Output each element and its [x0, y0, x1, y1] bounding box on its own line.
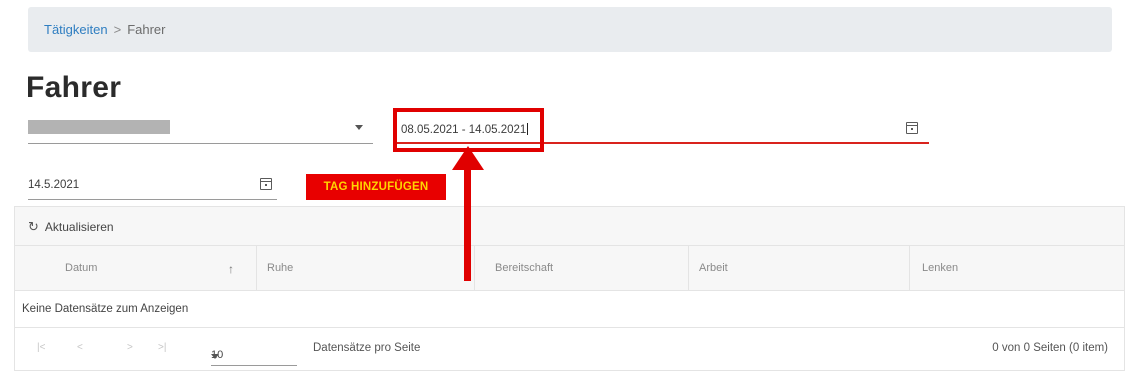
sort-ascending-icon: ↑	[228, 262, 234, 276]
page-info: 0 von 0 Seiten (0 item)	[992, 342, 1108, 354]
refresh-label: Aktualisieren	[44, 220, 114, 234]
column-header-ruhe[interactable]: Ruhe	[257, 246, 475, 291]
column-label: Lenken	[922, 262, 959, 274]
page-title: Fahrer	[26, 71, 122, 104]
text-cursor	[527, 123, 529, 135]
refresh-icon: ↻	[28, 219, 39, 234]
column-label: Arbeit	[699, 262, 728, 274]
last-page-icon[interactable]: >|	[158, 342, 166, 353]
data-grid: ↻ Aktualisieren Datum ↑ Ruhe Bereitschaf…	[14, 206, 1125, 371]
day-date-input[interactable]: 14.5.2021	[28, 170, 277, 200]
per-page-label: Datensätze pro Seite	[313, 342, 421, 354]
date-range-value: 08.05.2021 - 14.05.2021	[401, 124, 527, 136]
column-header-datum[interactable]: Datum ↑	[15, 246, 257, 291]
grid-header-row: Datum ↑ Ruhe Bereitschaft Arbeit Lenken	[15, 246, 1124, 291]
next-page-icon[interactable]: >	[127, 342, 133, 353]
breadcrumb: Tätigkeiten > Fahrer	[28, 7, 1112, 52]
page-size-select[interactable]: 10	[211, 342, 297, 366]
previous-page-icon[interactable]: <	[77, 342, 83, 353]
date-range-input[interactable]: 08.05.2021 - 14.05.2021	[393, 112, 929, 144]
column-label: Ruhe	[267, 262, 294, 274]
driver-name-redacted	[28, 120, 170, 134]
empty-message: Keine Datensätze zum Anzeigen	[22, 303, 189, 315]
column-header-arbeit[interactable]: Arbeit	[689, 246, 910, 291]
column-header-lenken[interactable]: Lenken	[910, 246, 1124, 291]
grid-toolbar: ↻ Aktualisieren	[15, 207, 1124, 246]
pager: |< < > >| 10 Datensätze pro Seite 0 von …	[15, 328, 1124, 370]
empty-message-row: Keine Datensätze zum Anzeigen	[15, 291, 1124, 328]
annotation-arrow-head	[452, 146, 484, 170]
column-label: Datum	[65, 262, 98, 274]
first-page-icon[interactable]: |<	[37, 342, 45, 353]
driver-select[interactable]	[28, 114, 373, 144]
caret-down-icon	[355, 125, 363, 130]
day-date-value: 14.5.2021	[28, 179, 80, 191]
add-day-button[interactable]: TAG HINZUFÜGEN	[306, 174, 446, 200]
column-header-bereitschaft[interactable]: Bereitschaft	[475, 246, 689, 291]
caret-down-icon	[211, 354, 219, 359]
breadcrumb-current: Fahrer	[127, 22, 166, 37]
refresh-button[interactable]: ↻ Aktualisieren	[28, 219, 114, 235]
calendar-icon[interactable]	[260, 178, 272, 190]
breadcrumb-link-taetigkeiten[interactable]: Tätigkeiten	[44, 22, 108, 37]
calendar-icon[interactable]	[906, 122, 918, 134]
breadcrumb-separator: >	[113, 22, 122, 37]
column-label: Bereitschaft	[495, 262, 554, 274]
